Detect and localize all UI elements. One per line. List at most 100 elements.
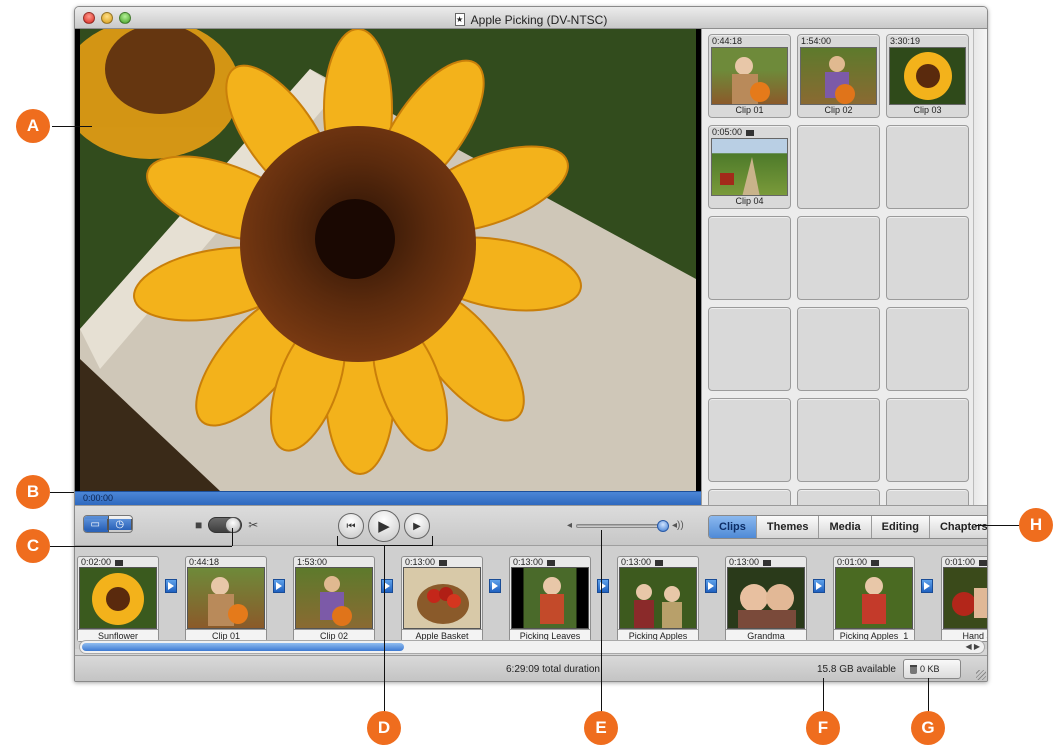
view-toggle[interactable]: ▭ ◷: [83, 515, 133, 533]
empty-clip-slot[interactable]: [708, 216, 791, 300]
clip-viewer-clip[interactable]: 1:53:00 Clip 02: [293, 556, 375, 642]
clip-thumbnail: [403, 567, 481, 629]
full-screen-play-icon: ▶: [413, 520, 421, 532]
callout-c: C: [16, 529, 50, 563]
clip-duration: 0:44:18: [712, 36, 743, 46]
clip-slot[interactable]: 1:54:00 Clip 02: [797, 34, 880, 118]
document-icon: ★: [454, 13, 465, 26]
callout-h: H: [1019, 508, 1053, 542]
volume-low-icon: ◂: [567, 520, 573, 531]
callout-line: [432, 536, 433, 546]
close-button[interactable]: [83, 12, 95, 24]
callout-line: [975, 525, 1019, 526]
empty-clip-slot[interactable]: [886, 398, 969, 482]
transition-marker[interactable]: [705, 579, 717, 593]
editing-pane-button[interactable]: Editing: [872, 516, 930, 538]
transition-marker[interactable]: [921, 579, 933, 593]
clip-viewer-clip[interactable]: 0:01:00 Picking Apples_1: [833, 556, 915, 642]
empty-clip-slot[interactable]: [797, 489, 880, 505]
callout-line: [50, 492, 74, 493]
minimize-button[interactable]: [101, 12, 113, 24]
zoom-button[interactable]: [119, 12, 131, 24]
timeline-view-button[interactable]: ◷: [108, 516, 132, 532]
empty-clip-slot[interactable]: [797, 307, 880, 391]
clip-viewer-clip[interactable]: 0:13:00 Picking Leaves: [509, 556, 591, 642]
empty-clip-slot[interactable]: [797, 216, 880, 300]
trash-button[interactable]: 0 KB: [903, 659, 961, 679]
control-bar: ▭ ◷ ■ ✂ ⏮ ▶ ▶ ◂ ◂)) Clips Themes Media E…: [75, 505, 987, 545]
clip-duration: 0:13:00: [513, 557, 556, 567]
clip-view-button[interactable]: ▭: [84, 516, 109, 532]
camera-icon: [547, 559, 556, 566]
empty-clip-slot[interactable]: [708, 398, 791, 482]
callout-line: [384, 545, 385, 715]
callout-g: G: [911, 711, 945, 745]
trash-size: 0 KB: [920, 664, 940, 674]
empty-clip-slot[interactable]: [708, 307, 791, 391]
filmstrip-icon: ▭: [84, 518, 108, 530]
scroll-arrows[interactable]: ◀ ▶: [965, 641, 980, 653]
clip-thumbnail: [79, 567, 157, 629]
transition-marker[interactable]: [381, 579, 393, 593]
empty-clip-slot[interactable]: [797, 125, 880, 209]
scrollbar-thumb[interactable]: [82, 643, 404, 651]
clip-duration: 0:44:18: [189, 557, 220, 567]
clip-duration: 1:53:00: [297, 557, 328, 567]
empty-clip-slot[interactable]: [886, 489, 969, 505]
transition-marker[interactable]: [813, 579, 825, 593]
clip-viewer-clip[interactable]: 0:01:00 Hand and: [941, 556, 987, 642]
clip-viewer-clip[interactable]: 0:02:00 Sunflower: [77, 556, 159, 642]
play-button[interactable]: ▶: [368, 510, 400, 542]
transition-marker[interactable]: [489, 579, 501, 593]
resize-grip[interactable]: [976, 670, 986, 680]
empty-clip-slot[interactable]: [886, 307, 969, 391]
camera-icon: [871, 559, 880, 566]
clip-viewer-scrollbar[interactable]: ◀ ▶: [79, 640, 985, 654]
media-pane-button[interactable]: Media: [819, 516, 872, 538]
clip-duration: 0:13:00: [405, 557, 448, 567]
mode-toggle[interactable]: [208, 517, 243, 533]
timecode: 0:00:00: [83, 493, 114, 503]
title-bar[interactable]: ★ Apple Picking (DV-NTSC): [75, 7, 987, 29]
callout-d: D: [367, 711, 401, 745]
empty-clip-slot[interactable]: [886, 125, 969, 209]
rewind-button[interactable]: ⏮: [338, 513, 364, 539]
clip-name: Clip 02: [824, 105, 853, 115]
play-full-screen-button[interactable]: ▶: [404, 513, 430, 539]
volume-knob[interactable]: [657, 519, 670, 532]
empty-clip-slot[interactable]: [708, 489, 791, 505]
scrubber-bar[interactable]: 0:00:00: [75, 491, 701, 505]
clip-slot[interactable]: 0:44:18 Clip 01: [708, 34, 791, 118]
clip-thumbnail: [511, 567, 589, 629]
clip-thumbnail: [800, 47, 877, 105]
callout-f: F: [806, 711, 840, 745]
clips-pane: 0:44:18 Clip 01 1:54:00 Clip 02 3:30:19 …: [701, 29, 987, 505]
camera-icon: ■: [195, 518, 203, 532]
toggle-knob[interactable]: [225, 517, 242, 533]
mode-switch[interactable]: ■ ✂: [195, 517, 258, 533]
transition-marker[interactable]: [597, 579, 609, 593]
clip-slot[interactable]: 0:05:00 Clip 04: [708, 125, 791, 209]
clip-viewer-clip[interactable]: 0:44:18 Clip 01: [185, 556, 267, 642]
clip-viewer-clip[interactable]: 0:13:00 Picking Apples: [617, 556, 699, 642]
scissors-icon: ✂: [248, 518, 259, 532]
window-title: Apple Picking (DV-NTSC): [470, 12, 608, 27]
callout-line: [52, 126, 92, 127]
monitor: [75, 29, 701, 491]
empty-clip-slot[interactable]: [886, 216, 969, 300]
empty-clip-slot[interactable]: [797, 398, 880, 482]
clip-thumbnail: [727, 567, 805, 629]
clip-slot[interactable]: 3:30:19 Clip 03: [886, 34, 969, 118]
clip-viewer-clip[interactable]: 0:13:00 Apple Basket: [401, 556, 483, 642]
chapters-pane-button[interactable]: Chapters: [930, 516, 987, 538]
transition-marker[interactable]: [273, 579, 285, 593]
themes-pane-button[interactable]: Themes: [757, 516, 820, 538]
clips-pane-button[interactable]: Clips: [709, 516, 757, 538]
transition-marker[interactable]: [165, 579, 177, 593]
clip-duration: 0:13:00: [729, 557, 772, 567]
callout-e: E: [584, 711, 618, 745]
volume-slider[interactable]: [576, 519, 670, 532]
rewind-icon: ⏮: [346, 520, 356, 532]
clip-viewer-clip[interactable]: 0:13:00 Grandma: [725, 556, 807, 642]
clips-scrollbar[interactable]: [973, 29, 987, 505]
